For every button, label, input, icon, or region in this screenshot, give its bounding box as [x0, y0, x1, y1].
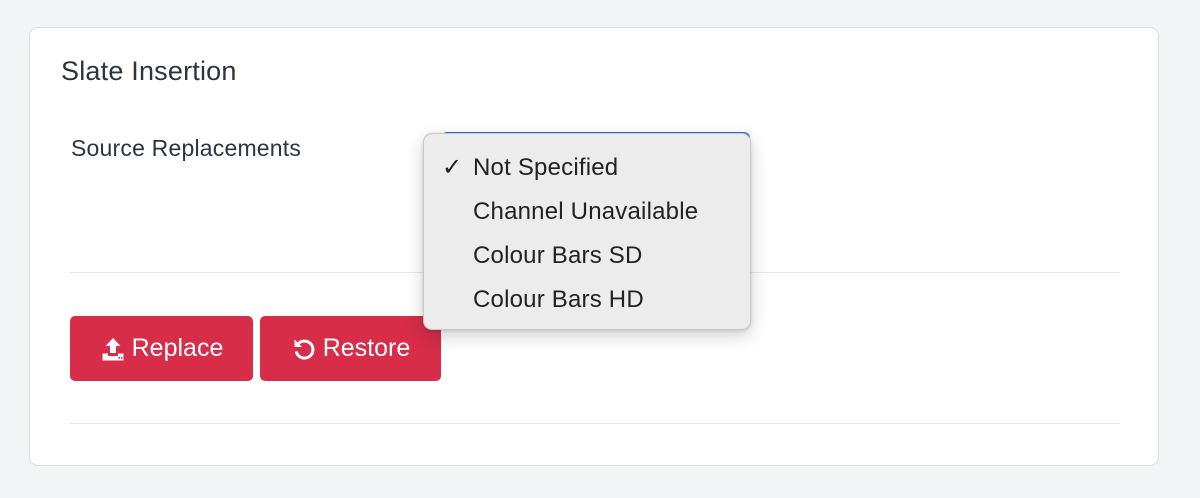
- option-label: Colour Bars HD: [473, 286, 644, 313]
- undo-icon: [291, 336, 317, 362]
- source-replacements-dropdown: ✓ Not Specified Channel Unavailable Colo…: [423, 133, 751, 330]
- option-label: Colour Bars SD: [473, 242, 643, 269]
- option-label: Channel Unavailable: [473, 198, 699, 225]
- option-not-specified[interactable]: ✓ Not Specified: [424, 146, 750, 190]
- upload-icon: [100, 336, 126, 362]
- card-title: Slate Insertion: [61, 56, 237, 86]
- restore-button-label: Restore: [322, 334, 411, 362]
- restore-button[interactable]: Restore: [260, 316, 441, 381]
- checkmark-icon: ✓: [442, 154, 463, 181]
- replace-button[interactable]: Replace: [70, 316, 253, 381]
- option-colour-bars-sd[interactable]: Colour Bars SD: [424, 234, 750, 278]
- source-replacements-label: Source Replacements: [71, 135, 302, 161]
- divider: [70, 423, 1120, 424]
- option-label: Not Specified: [473, 154, 619, 181]
- option-colour-bars-hd[interactable]: Colour Bars HD: [424, 278, 750, 322]
- replace-button-label: Replace: [131, 334, 224, 362]
- option-channel-unavailable[interactable]: Channel Unavailable: [424, 190, 750, 234]
